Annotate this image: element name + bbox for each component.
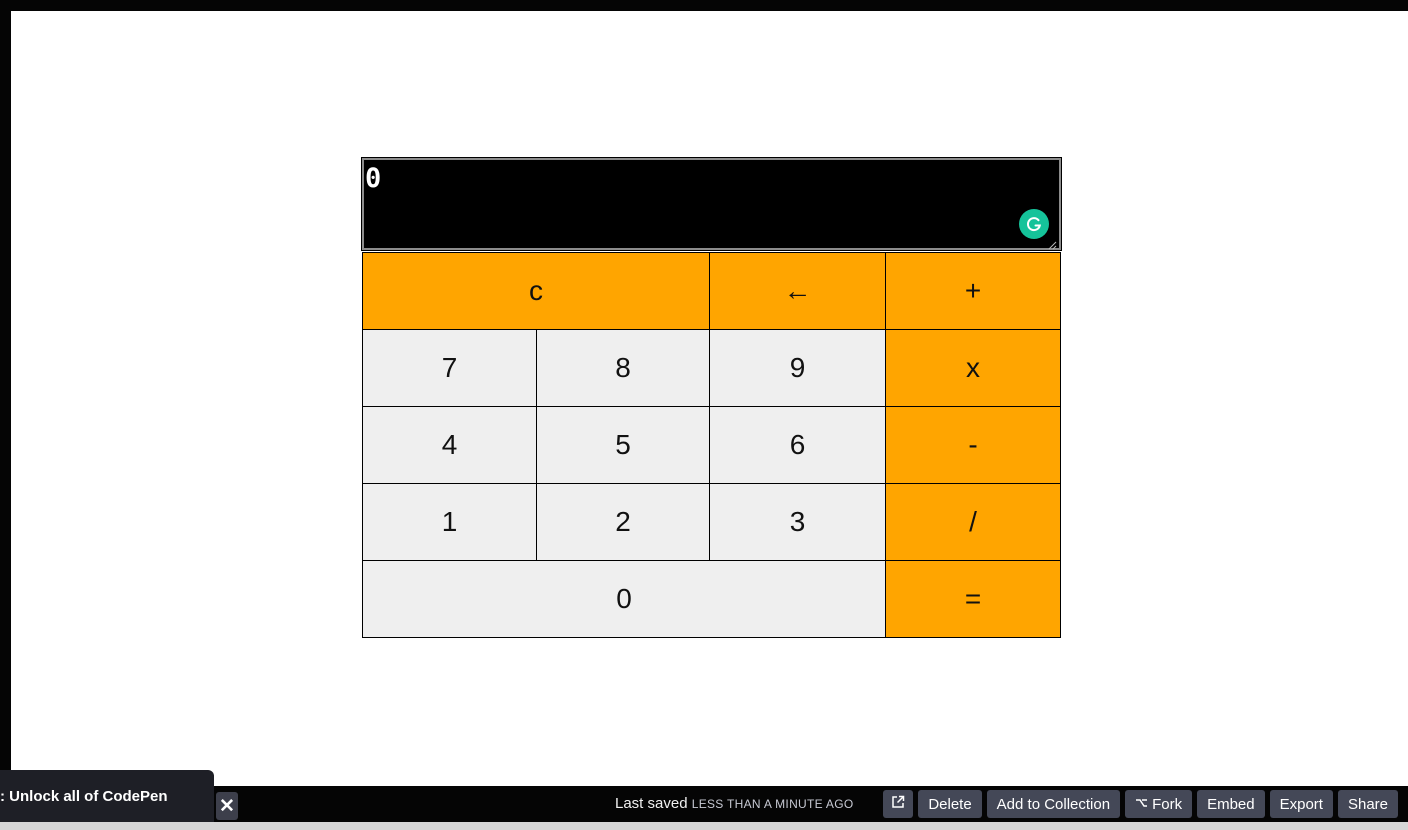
share-button[interactable]: Share (1337, 790, 1398, 818)
promo-banner[interactable]: : Unlock all of CodePen (0, 770, 214, 822)
display-value: 0 (365, 163, 382, 194)
fork-icon (1135, 796, 1148, 813)
footer-actions: Delete Add to Collection Fork Embed Expo… (883, 790, 1398, 818)
delete-button[interactable]: Delete (918, 790, 982, 818)
subtract-button[interactable]: - (886, 407, 1061, 484)
digit-5-button[interactable]: 5 (537, 407, 710, 484)
backspace-button[interactable]: ← (710, 253, 886, 330)
digit-3-button[interactable]: 3 (710, 484, 886, 561)
grammarly-icon[interactable] (1019, 209, 1049, 239)
calculator: 0 c ← + 7 8 9 x 4 5 6 - 1 2 3 / 0 = (361, 157, 1062, 638)
fork-label: Fork (1152, 795, 1183, 813)
digit-7-button[interactable]: 7 (363, 330, 537, 407)
promo-text[interactable]: : Unlock all of CodePen (0, 788, 168, 805)
digit-8-button[interactable]: 8 (537, 330, 710, 407)
clear-button[interactable]: c (363, 253, 710, 330)
digit-4-button[interactable]: 4 (363, 407, 537, 484)
left-border (0, 11, 11, 786)
digit-6-button[interactable]: 6 (710, 407, 886, 484)
resize-handle-icon[interactable] (1048, 237, 1057, 250)
divide-button[interactable]: / (886, 484, 1061, 561)
multiply-button[interactable]: x (886, 330, 1061, 407)
last-saved-status: Last saved less than a minute ago (615, 795, 853, 812)
open-external-button[interactable] (883, 790, 914, 818)
external-link-icon (891, 795, 905, 813)
last-saved-label: Last saved (615, 795, 688, 812)
digit-0-button[interactable]: 0 (363, 561, 886, 638)
top-border (0, 0, 1408, 11)
fork-button[interactable]: Fork (1125, 790, 1193, 818)
last-saved-time: less than a minute ago (691, 797, 854, 811)
digit-9-button[interactable]: 9 (710, 330, 886, 407)
digit-2-button[interactable]: 2 (537, 484, 710, 561)
add-to-collection-button[interactable]: Add to Collection (986, 790, 1121, 818)
add-button[interactable]: + (886, 253, 1061, 330)
export-button[interactable]: Export (1269, 790, 1333, 818)
promo-close-button[interactable]: ✕ (216, 792, 238, 820)
preview-pane: 0 c ← + 7 8 9 x 4 5 6 - 1 2 3 / 0 = (11, 11, 1408, 786)
calculator-display[interactable]: 0 (361, 157, 1062, 251)
codepen-page: 0 c ← + 7 8 9 x 4 5 6 - 1 2 3 / 0 =: Un… (0, 0, 1408, 830)
footer-strip (0, 822, 1408, 830)
embed-button[interactable]: Embed (1197, 790, 1265, 818)
keypad: c ← + 7 8 9 x 4 5 6 - 1 2 3 / 0 = (362, 252, 1061, 638)
digit-1-button[interactable]: 1 (363, 484, 537, 561)
equals-button[interactable]: = (886, 561, 1061, 638)
